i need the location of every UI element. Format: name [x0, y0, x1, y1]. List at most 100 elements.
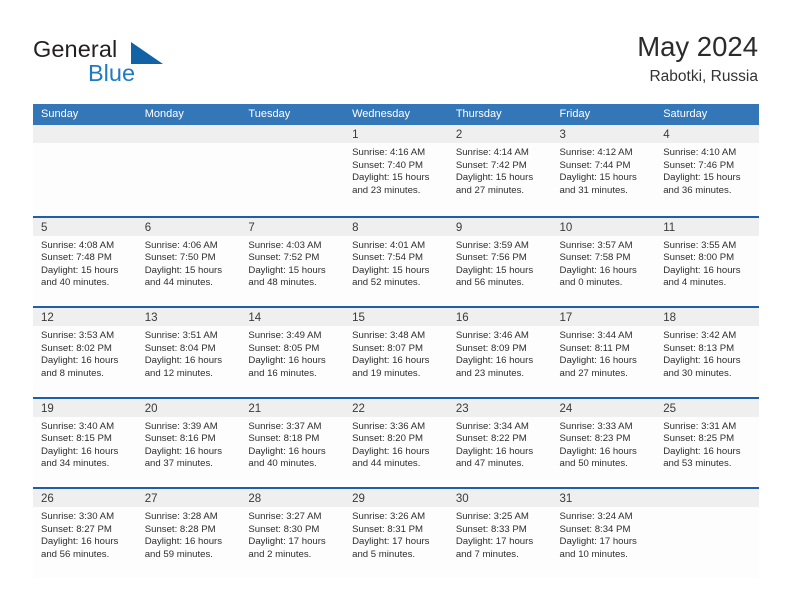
calendar-day-cell[interactable]: 5 Sunrise: 4:08 AM Sunset: 7:48 PM Daylight… — [33, 217, 137, 306]
calendar-week-row: 1 Sunrise: 4:16 AM Sunset: 7:40 PM Daylight… — [33, 125, 759, 216]
calendar-day-cell[interactable]: 27 Sunrise: 3:28 AM Sunset: 8:28 PM Dayligh… — [136, 489, 241, 578]
day-details: Sunrise: 3:28 AM Sunset: 8:28 PM Daylight:… — [137, 507, 241, 561]
daylight-text: Daylight: 16 hours and 34 minutes. — [41, 445, 119, 470]
calendar-day-cell-empty — [136, 125, 241, 216]
calendar-day-cell[interactable]: 2 Sunrise: 4:14 AM Sunset: 7:42 PM Daylight… — [447, 125, 552, 216]
calendar-day-cell[interactable]: 17 Sunrise: 3:44 AM Sunset: 8:11 PM Dayligh… — [551, 308, 656, 397]
calendar-day-cell[interactable]: 11 Sunrise: 3:55 AM Sunset: 8:00 PM Dayligh… — [655, 217, 759, 306]
sunrise-text: Sunrise: 3:25 AM — [455, 511, 529, 522]
calendar-day-cell[interactable]: 19 Sunrise: 3:40 AM Sunset: 8:15 PM Dayligh… — [33, 398, 137, 487]
day-number-strip: 17 — [551, 308, 656, 326]
calendar-weeks: 1 Sunrise: 4:16 AM Sunset: 7:40 PM Daylight… — [33, 125, 759, 578]
daylight-text: Daylight: 15 hours and 40 minutes. — [41, 264, 119, 289]
calendar-day-cell[interactable]: 20 Sunrise: 3:39 AM Sunset: 8:16 PM Dayligh… — [136, 398, 241, 487]
day-details: Sunrise: 3:53 AM Sunset: 8:02 PM Daylight:… — [33, 326, 137, 380]
daylight-text: Daylight: 16 hours and 30 minutes. — [663, 355, 741, 379]
calendar-day-cell[interactable]: 7 Sunrise: 4:03 AM Sunset: 7:52 PM Daylight… — [240, 217, 345, 306]
day-details: Sunrise: 3:27 AM Sunset: 8:30 PM Daylight:… — [240, 507, 344, 561]
sunset-text: Sunset: 8:31 PM — [352, 523, 424, 535]
calendar-day-cell[interactable]: 9 Sunrise: 3:59 AM Sunset: 7:56 PM Daylight… — [447, 217, 552, 306]
daylight-text: Daylight: 16 hours and 4 minutes. — [663, 264, 741, 289]
calendar-day-cell[interactable]: 3 Sunrise: 4:12 AM Sunset: 7:44 PM Daylight… — [551, 125, 656, 216]
day-number-strip: 9 — [447, 217, 552, 236]
daylight-text: Daylight: 16 hours and 0 minutes. — [559, 264, 637, 289]
daylight-text: Daylight: 16 hours and 16 minutes. — [248, 355, 326, 379]
sunrise-text: Sunrise: 4:01 AM — [352, 239, 426, 251]
daylight-text: Daylight: 15 hours and 48 minutes. — [248, 264, 326, 289]
day-number-strip: 1 — [344, 125, 448, 143]
sunrise-text: Sunrise: 3:53 AM — [41, 330, 115, 341]
day-number-strip — [33, 125, 137, 143]
daylight-text: Daylight: 17 hours and 5 minutes. — [352, 536, 430, 560]
weekday-header-saturday: Saturday — [663, 108, 708, 120]
calendar-day-cell[interactable]: 29 Sunrise: 3:26 AM Sunset: 8:31 PM Dayligh… — [344, 489, 448, 578]
calendar-day-cell[interactable]: 22 Sunrise: 3:36 AM Sunset: 8:20 PM Dayligh… — [344, 398, 448, 487]
weekday-header-thursday: Thursday — [455, 108, 502, 120]
calendar-day-cell[interactable]: 4 Sunrise: 4:10 AM Sunset: 7:46 PM Daylight… — [655, 125, 759, 216]
day-details: Sunrise: 4:06 AM Sunset: 7:50 PM Daylight:… — [137, 236, 241, 290]
day-number: 6 — [144, 221, 152, 234]
day-details: Sunrise: 3:33 AM Sunset: 8:23 PM Daylight:… — [552, 417, 656, 471]
page-subtitle: Rabotki, Russia — [649, 68, 758, 85]
sunrise-text: Sunrise: 4:08 AM — [41, 239, 115, 251]
sunset-text: Sunset: 8:27 PM — [41, 523, 112, 535]
daylight-text: Daylight: 15 hours and 52 minutes. — [352, 264, 430, 289]
weekday-header-row: Sunday Monday Tuesday Wednesday Thursday… — [33, 104, 759, 125]
day-number: 25 — [663, 402, 677, 415]
sunrise-text: Sunrise: 3:27 AM — [248, 511, 322, 522]
sunset-text: Sunset: 7:48 PM — [41, 252, 112, 264]
day-details: Sunrise: 3:48 AM Sunset: 8:07 PM Daylight:… — [344, 326, 448, 380]
sunset-text: Sunset: 8:28 PM — [144, 523, 216, 535]
sunset-text: Sunset: 7:46 PM — [663, 159, 735, 171]
calendar-day-cell[interactable]: 25 Sunrise: 3:31 AM Sunset: 8:25 PM Dayligh… — [655, 398, 759, 487]
day-number: 21 — [248, 402, 262, 415]
calendar-week-row: 12 Sunrise: 3:53 AM Sunset: 8:02 PM Dayligh… — [33, 306, 759, 397]
calendar-day-cell[interactable]: 23 Sunrise: 3:34 AM Sunset: 8:22 PM Dayligh… — [447, 398, 552, 487]
sunset-text: Sunset: 8:13 PM — [663, 342, 735, 354]
page-header: General Blue May 2024 Rabotki, Russia — [0, 0, 792, 100]
calendar-day-cell[interactable]: 30 Sunrise: 3:25 AM Sunset: 8:33 PM Dayligh… — [447, 489, 552, 578]
day-number-strip — [240, 125, 345, 143]
calendar-day-cell[interactable]: 6 Sunrise: 4:06 AM Sunset: 7:50 PM Daylight… — [136, 217, 241, 306]
daylight-text: Daylight: 16 hours and 50 minutes. — [559, 445, 637, 470]
logo-word-blue: Blue — [88, 60, 136, 86]
daylight-text: Daylight: 16 hours and 56 minutes. — [41, 536, 119, 560]
calendar-day-cell[interactable]: 28 Sunrise: 3:27 AM Sunset: 8:30 PM Dayligh… — [240, 489, 345, 578]
day-number: 16 — [455, 312, 469, 324]
day-details: Sunrise: 3:26 AM Sunset: 8:31 PM Daylight:… — [344, 507, 448, 561]
calendar-day-cell[interactable]: 10 Sunrise: 3:57 AM Sunset: 7:58 PM Dayligh… — [551, 217, 656, 306]
calendar-day-cell[interactable]: 21 Sunrise: 3:37 AM Sunset: 8:18 PM Dayligh… — [240, 398, 345, 487]
daylight-text: Daylight: 16 hours and 19 minutes. — [352, 355, 430, 379]
daylight-text: Daylight: 15 hours and 31 minutes. — [559, 172, 637, 196]
calendar-day-cell[interactable]: 14 Sunrise: 3:49 AM Sunset: 8:05 PM Dayligh… — [240, 308, 345, 397]
day-number-strip: 10 — [551, 217, 656, 236]
day-details: Sunrise: 3:30 AM Sunset: 8:27 PM Daylight:… — [33, 507, 137, 561]
day-details: Sunrise: 3:42 AM Sunset: 8:13 PM Daylight:… — [655, 326, 759, 380]
day-number-strip: 3 — [551, 125, 656, 143]
calendar-day-cell[interactable]: 12 Sunrise: 3:53 AM Sunset: 8:02 PM Dayligh… — [33, 308, 137, 397]
sunrise-text: Sunrise: 3:37 AM — [248, 420, 322, 432]
calendar-day-cell[interactable]: 15 Sunrise: 3:48 AM Sunset: 8:07 PM Dayligh… — [344, 308, 448, 397]
calendar-day-cell[interactable]: 13 Sunrise: 3:51 AM Sunset: 8:04 PM Dayligh… — [136, 308, 241, 397]
day-number-strip: 4 — [655, 125, 759, 143]
day-number: 26 — [41, 493, 54, 505]
calendar-day-cell[interactable]: 26 Sunrise: 3:30 AM Sunset: 8:27 PM Dayligh… — [33, 489, 137, 578]
sunset-text: Sunset: 8:23 PM — [559, 433, 631, 445]
calendar-day-cell[interactable]: 16 Sunrise: 3:46 AM Sunset: 8:09 PM Dayligh… — [447, 308, 552, 397]
day-number-strip: 29 — [344, 489, 448, 507]
sunrise-text: Sunrise: 3:34 AM — [455, 420, 529, 432]
calendar-day-cell[interactable]: 8 Sunrise: 4:01 AM Sunset: 7:54 PM Daylight… — [344, 217, 448, 306]
sunrise-text: Sunrise: 3:44 AM — [559, 330, 633, 341]
sunrise-text: Sunrise: 3:42 AM — [663, 330, 737, 341]
calendar-day-cell[interactable]: 31 Sunrise: 3:24 AM Sunset: 8:34 PM Dayligh… — [551, 489, 656, 578]
calendar-day-cell[interactable]: 1 Sunrise: 4:16 AM Sunset: 7:40 PM Daylight… — [344, 125, 448, 216]
sunset-text: Sunset: 8:33 PM — [455, 523, 527, 535]
day-number: 4 — [663, 129, 670, 141]
sunrise-text: Sunrise: 3:59 AM — [455, 239, 529, 251]
calendar-day-cell[interactable]: 18 Sunrise: 3:42 AM Sunset: 8:13 PM Dayligh… — [655, 308, 759, 397]
sunset-text: Sunset: 8:02 PM — [41, 342, 112, 354]
calendar-day-cell[interactable]: 24 Sunrise: 3:33 AM Sunset: 8:23 PM Dayligh… — [551, 398, 656, 487]
sunrise-text: Sunrise: 3:40 AM — [41, 420, 115, 432]
sunrise-text: Sunrise: 4:03 AM — [248, 239, 322, 251]
sunrise-text: Sunrise: 3:24 AM — [559, 511, 633, 522]
